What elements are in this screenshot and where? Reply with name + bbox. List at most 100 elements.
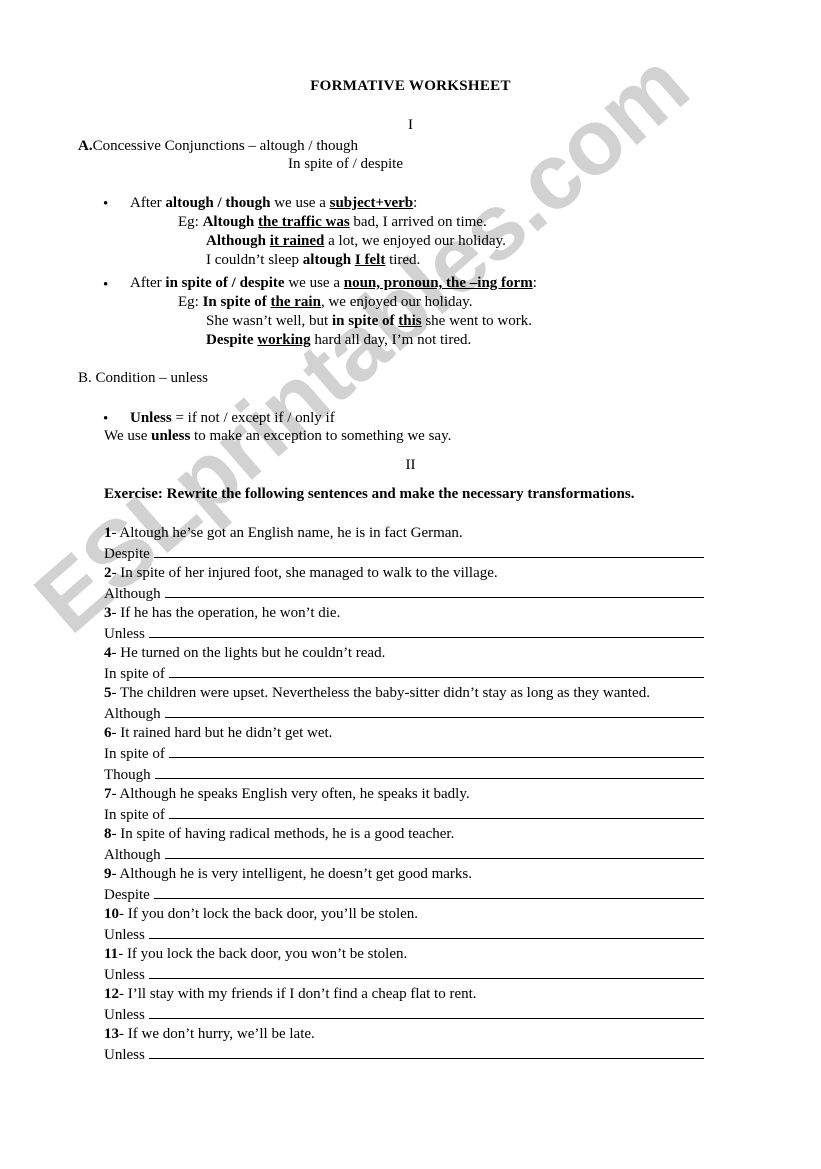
exercise-question: 1- Altough he’se got an English name, he… [104,524,704,543]
exercise-answer-row: Despite [104,543,704,564]
exercise-answer-blank[interactable] [153,543,704,558]
exercise-answer-blank[interactable] [148,964,704,979]
exercise-sentence: If you don’t lock the back door, you’ll … [127,906,419,922]
exercise-answer-blank[interactable] [164,844,704,859]
example-rest: hard all day, I’m not tired. [310,332,472,348]
exercise-separator: - [111,826,121,842]
exercise-separator: - [119,1026,128,1042]
rule-inspite-mid: we use a [284,275,344,291]
exercise-answer-prompt: Though [104,767,151,783]
exercise-answer-row: In spite of [104,804,704,825]
exercise-heading: Exercise: Rewrite the following sentence… [104,486,635,502]
exercise-number: 12 [104,986,119,1002]
exercise-answer-row: Unless [104,1004,704,1025]
exercise-answer-row: Unless [104,1044,704,1065]
rule-inspite-pre: After [130,275,166,291]
example-keyword: in spite of [331,313,395,329]
example-a-2: Although it rained a lot, we enjoyed our… [206,233,506,250]
exercise-sentence: Although he is very intelligent, he does… [119,866,473,882]
exercise-number: 9 [104,866,112,882]
exercise-separator: - [111,685,120,701]
exercise-separator: - [111,565,121,581]
exercise-answer-row: Although [104,844,704,865]
exercise-answer-blank[interactable] [153,884,704,899]
exercise-answer-row: Unless [104,623,704,644]
note-post: to make an exception to something we say… [190,428,452,444]
exercise-item: 3- If he has the operation, he won’t die… [104,604,704,644]
exercise-answer-row: In spite of [104,743,704,764]
exercise-question: 8- In spite of having radical methods, h… [104,825,704,844]
example-underline: this [398,313,422,329]
exercise-answer-blank[interactable] [148,924,704,939]
exercise-answer-row: Unless [104,924,704,945]
exercise-answer-blank[interactable] [164,703,704,718]
exercise-separator: - [111,645,121,661]
example-keyword: Despite [206,332,254,348]
exercise-question: 13- If we don’t hurry, we’ll be late. [104,1025,704,1044]
section-b-label: B. [78,370,92,386]
exercise-answer-blank[interactable] [168,804,704,819]
rule-unless-keyword: Unless [130,410,172,426]
exercise-answer-blank[interactable] [168,663,704,678]
example-pre: I couldn’t sleep [206,252,303,268]
exercise-answer-blank[interactable] [148,1044,704,1059]
exercise-separator: - [118,946,127,962]
exercise-item: 11- If you lock the back door, you won’t… [104,945,704,985]
example-underline: the rain [270,294,321,310]
example-keyword: Although [206,233,267,249]
exercise-question: 12- I’ll stay with my friends if I don’t… [104,985,704,1004]
exercise-answer-prompt: In spite of [104,746,165,762]
exercise-question: 5- The children were upset. Nevertheless… [104,684,704,703]
rule-although: After altough / though we use a subject+… [130,195,417,212]
exercise-answer-prompt: Although [104,706,161,722]
exercise-item: 5- The children were upset. Nevertheless… [104,684,704,724]
exercise-sentence: The children were upset. Nevertheless th… [119,685,650,701]
exercise-number: 6 [104,725,112,741]
exercise-sentence: If you lock the back door, you won’t be … [126,946,408,962]
rule-unless-note: We use unless to make an exception to so… [104,428,451,445]
example-keyword: Altough [202,214,255,230]
exercise-answer-row: Though [104,764,704,785]
bullet-icon: • [103,411,109,427]
exercise-sentence: If we don’t hurry, we’ll be late. [127,1026,315,1042]
exercise-item: 9- Although he is very intelligent, he d… [104,865,704,905]
exercise-answer-blank[interactable] [164,583,704,598]
exercise-answer-blank[interactable] [148,623,704,638]
exercise-question: 10- If you don’t lock the back door, you… [104,905,704,924]
exercise-sentence: In spite of her injured foot, she manage… [120,565,498,581]
exercise-answer-blank[interactable] [168,743,704,758]
exercise-number: 7 [104,786,112,802]
exercise-answer-blank[interactable] [148,1004,704,1019]
exercise-answer-blank[interactable] [154,764,704,779]
example-keyword: In spite of [202,294,267,310]
rule-inspite-form: noun, pronoun, the –ing form [343,275,533,291]
exercise-number: 1 [104,525,112,541]
section-a-heading: A.Concessive Conjunctions – altough / th… [78,138,358,155]
example-underline: working [257,332,311,348]
rule-in-spite-of: After in spite of / despite we use a nou… [130,275,537,292]
exercise-item: 4- He turned on the lights but he couldn… [104,644,704,684]
exercise-answer-prompt: Unless [104,1047,145,1063]
rule-although-pre: After [130,195,166,211]
bullet-icon: • [103,277,109,293]
exercise-number: 10 [104,906,119,922]
exercise-question: 2- In spite of her injured foot, she man… [104,564,704,583]
exercise-item: 2- In spite of her injured foot, she man… [104,564,704,604]
example-rest: bad, I arrived on time. [349,214,487,230]
example-underline: I felt [354,252,386,268]
exercise-number: 3 [104,605,112,621]
exercise-item: 10- If you don’t lock the back door, you… [104,905,704,945]
example-b-3: Despite working hard all day, I’m not ti… [206,332,471,349]
exercise-separator: - [111,605,121,621]
exercise-sentence: I’ll stay with my friends if I don’t fin… [127,986,477,1002]
exercise-answer-prompt: Although [104,586,161,602]
section-numeral-one: I [408,117,413,133]
rule-although-form: subject+verb [329,195,414,211]
exercise-sentence: Altough he’se got an English name, he is… [119,525,463,541]
example-rest: tired. [385,252,421,268]
section-a-subheading: In spite of / despite [288,156,403,172]
bullet-icon: • [103,196,109,212]
exercise-answer-prompt: In spite of [104,807,165,823]
exercise-item: 13- If we don’t hurry, we’ll be late. Unl… [104,1025,704,1065]
exercise-question: 9- Although he is very intelligent, he d… [104,865,704,884]
